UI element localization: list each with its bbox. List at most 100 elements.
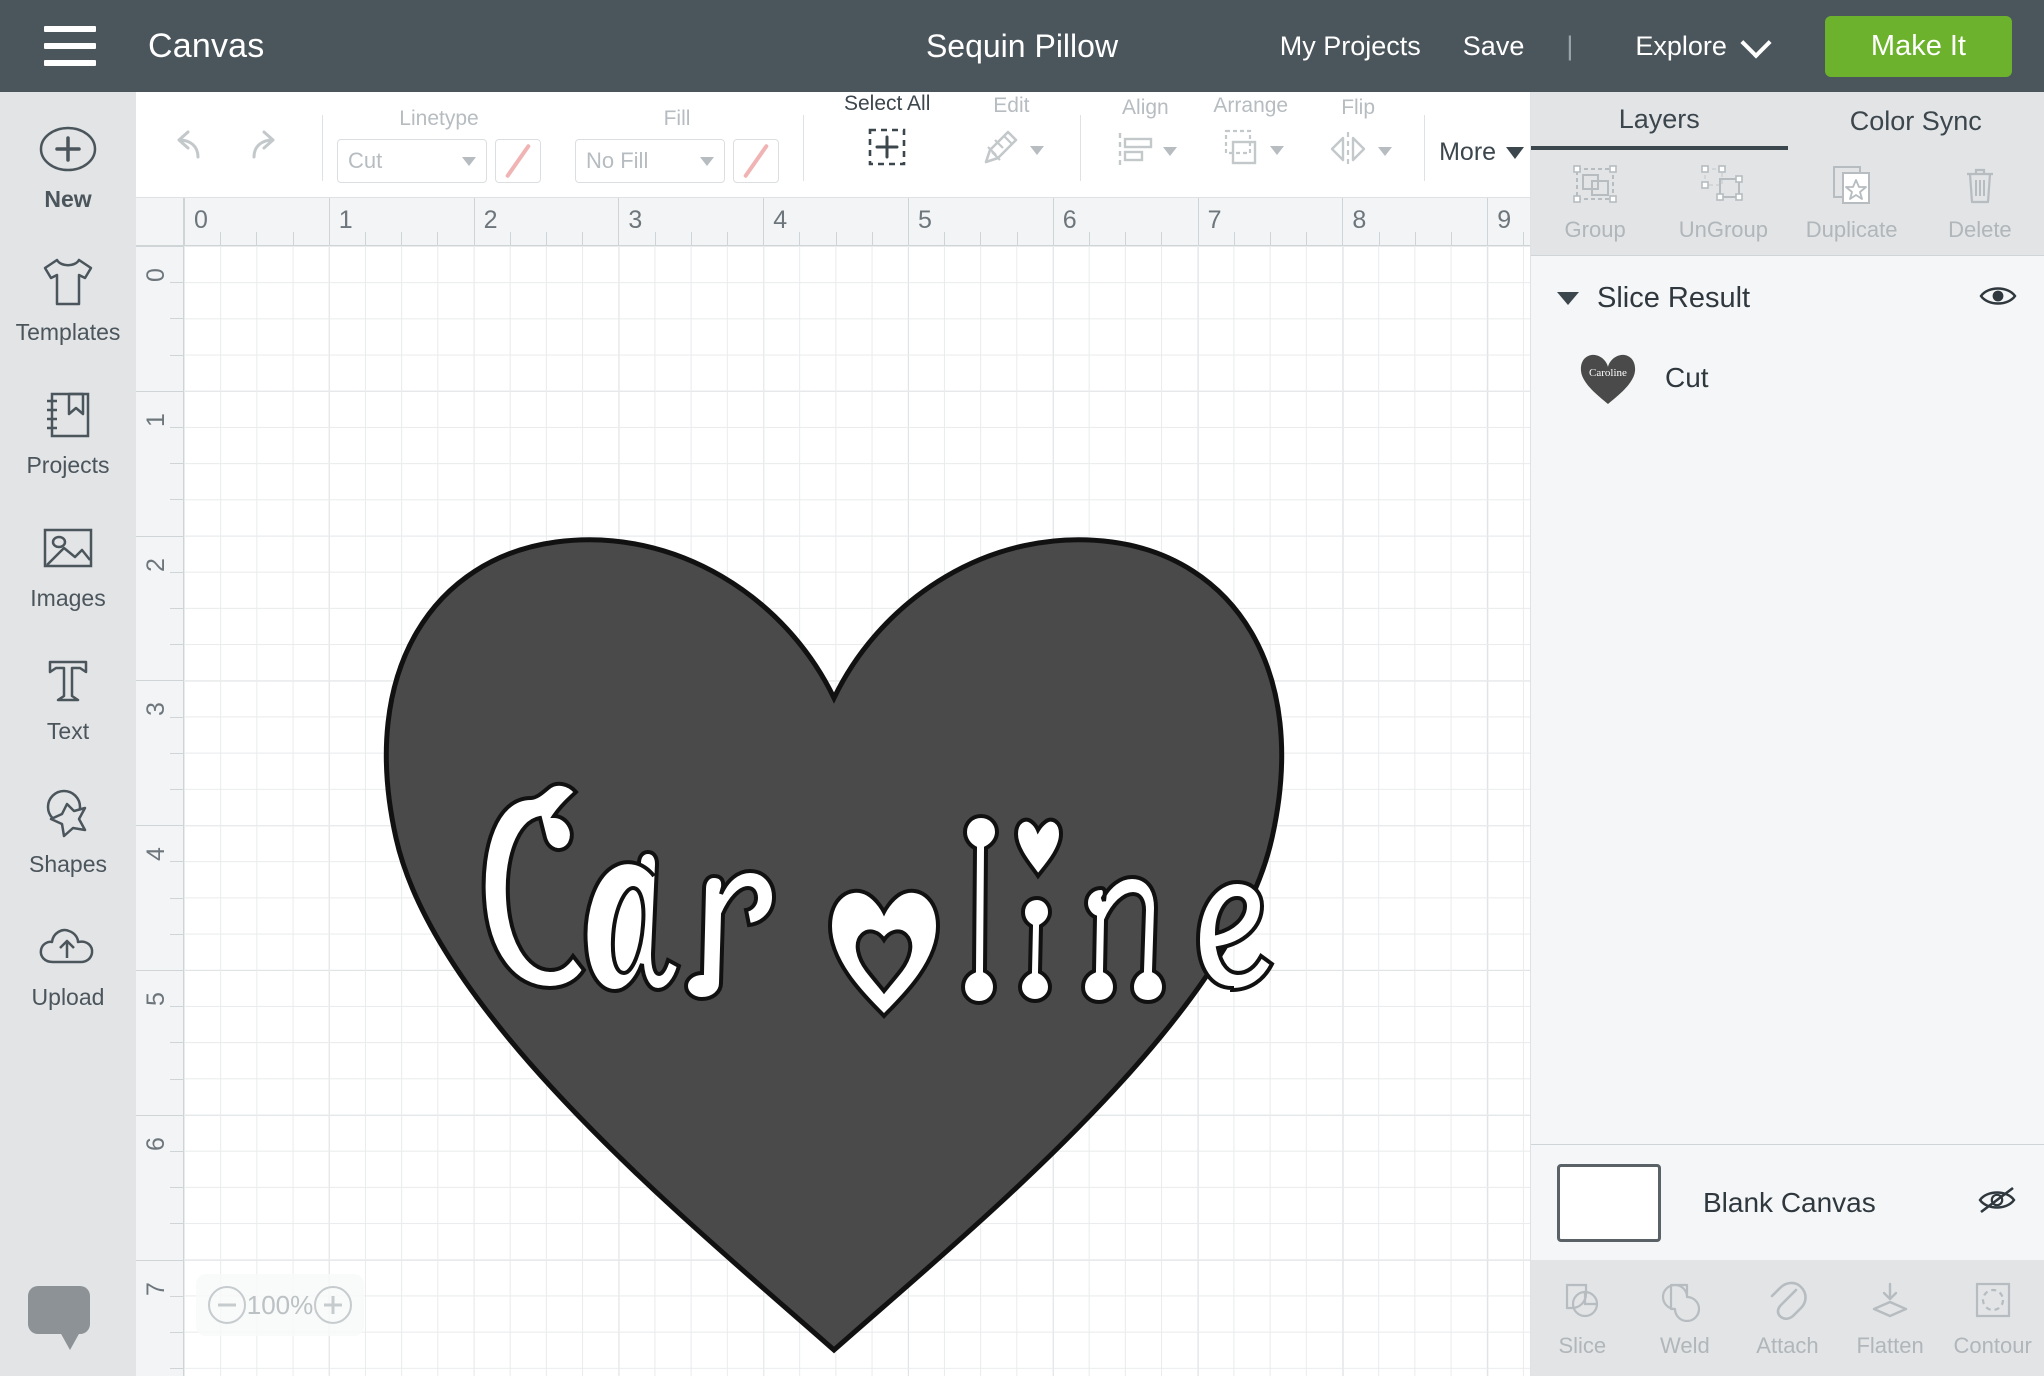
ruler-tick-minor <box>170 933 184 935</box>
redo-button[interactable] <box>226 91 308 197</box>
undo-icon <box>162 126 208 171</box>
ungroup-button[interactable]: UnGroup <box>1659 150 1787 255</box>
linetype-select[interactable]: Cut <box>337 139 487 183</box>
edit-toolbar: Linetype Cut Fill No Fill Select All Edi… <box>136 92 1530 198</box>
hamburger-icon[interactable] <box>44 26 96 66</box>
fill-label: Fill <box>663 107 691 130</box>
ruler-label: 2 <box>483 206 498 234</box>
ruler-tick-minor <box>170 1368 184 1370</box>
ruler-tick-minor <box>170 571 184 573</box>
chevron-down-icon <box>1740 27 1772 59</box>
group-label: Group <box>1564 217 1626 242</box>
list-item[interactable]: Caroline Cut <box>1531 330 2044 426</box>
ruler-tick-major <box>1052 198 1054 246</box>
picture-icon <box>38 517 98 579</box>
tab-color-sync[interactable]: Color Sync <box>1787 92 2044 150</box>
flatten-label: Flatten <box>1856 1332 1924 1358</box>
ruler-tick-major <box>908 198 909 246</box>
ruler-tick-minor <box>690 232 692 246</box>
tab-layers[interactable]: Layers <box>1531 92 1788 150</box>
undo-button[interactable] <box>136 91 226 197</box>
ruler-tick-minor <box>170 499 184 501</box>
ruler-tick-major <box>136 825 184 827</box>
ruler-tick-minor <box>170 463 184 465</box>
sidebar-item-shapes[interactable]: Shapes <box>0 783 136 878</box>
group-button[interactable]: Group <box>1531 150 1659 255</box>
flip-icon <box>1324 128 1372 175</box>
ruler-tick-major <box>328 198 330 246</box>
select-all-button[interactable]: Select All <box>818 91 956 197</box>
ruler-tick-major <box>136 1259 184 1261</box>
my-projects-link[interactable]: My Projects <box>1280 31 1421 62</box>
layer-group-header[interactable]: Slice Result <box>1531 266 2044 330</box>
contour-button[interactable]: Contour <box>1941 1278 2044 1359</box>
ruler-label: 6 <box>1062 206 1077 234</box>
fill-select[interactable]: No Fill <box>575 139 725 183</box>
zoom-out-button[interactable] <box>208 1286 246 1324</box>
ruler-tick-minor <box>170 1006 184 1008</box>
eye-hidden-icon[interactable] <box>1976 1185 2018 1220</box>
chat-bubble-icon[interactable] <box>28 1286 90 1350</box>
eye-visible-icon[interactable] <box>1978 282 2018 315</box>
ruler-tick-minor <box>170 1078 184 1080</box>
select-all-icon <box>864 124 910 175</box>
ruler-tick-minor <box>220 232 222 246</box>
linetype-label: Linetype <box>399 107 479 130</box>
sidebar-item-text[interactable]: Text <box>0 650 136 745</box>
machine-selector[interactable]: Explore <box>1635 27 1772 62</box>
chevron-down-icon[interactable] <box>1557 291 1579 305</box>
fill-control[interactable]: Fill No Fill <box>541 91 779 197</box>
flatten-button[interactable]: Flatten <box>1839 1278 1942 1359</box>
svg-text:Caroline: Caroline <box>1589 367 1627 379</box>
ruler-tick-minor <box>170 716 184 718</box>
ruler-tick-major <box>618 198 620 246</box>
align-menu-button[interactable]: Align <box>1095 91 1195 197</box>
ruler-tick-minor <box>170 354 184 356</box>
weld-icon <box>1661 1278 1709 1327</box>
select-all-label: Select All <box>844 92 931 115</box>
ruler-tick-minor <box>1125 232 1127 246</box>
fill-color-swatch[interactable] <box>733 139 779 183</box>
right-panel: Layers Color Sync Group UnGroup Duplicat… <box>1530 92 2044 1376</box>
ruler-tick-minor <box>437 232 439 246</box>
heart-caroline-thumb: Caroline <box>1577 350 1639 406</box>
attach-button[interactable]: Attach <box>1736 1278 1839 1359</box>
ruler-tick-minor <box>170 1223 184 1225</box>
machine-selector-label: Explore <box>1635 30 1727 61</box>
linetype-control[interactable]: Linetype Cut <box>337 91 541 197</box>
weld-button[interactable]: Weld <box>1634 1278 1737 1359</box>
edit-menu-button[interactable]: Edit <box>956 91 1066 197</box>
duplicate-button[interactable]: Duplicate <box>1788 150 1916 255</box>
sidebar-item-projects[interactable]: Projects <box>0 384 136 479</box>
make-it-button[interactable]: Make It <box>1824 15 2012 77</box>
sidebar-item-new[interactable]: New <box>0 118 136 213</box>
more-menu-button[interactable]: More <box>1439 138 1525 197</box>
ruler-tick-minor <box>1089 232 1090 246</box>
linetype-color-swatch[interactable] <box>495 139 541 183</box>
ruler-tick-minor <box>170 1332 184 1333</box>
chevron-down-icon <box>1269 146 1284 155</box>
save-button[interactable]: Save <box>1463 31 1525 62</box>
ruler-tick-major <box>763 198 765 246</box>
ruler-label: 8 <box>1352 206 1367 234</box>
sidebar-item-label: Projects <box>26 452 110 478</box>
zoom-in-button[interactable] <box>314 1286 352 1324</box>
ruler-tick-minor <box>170 427 184 428</box>
ruler-label: 3 <box>142 702 170 717</box>
canvas-layer-row[interactable]: Blank Canvas <box>1531 1144 2044 1260</box>
sidebar-item-upload[interactable]: Upload <box>0 916 136 1011</box>
sidebar-item-templates[interactable]: Templates <box>0 251 136 346</box>
ruler-tick-major <box>1487 198 1489 246</box>
arrange-menu-button[interactable]: Arrange <box>1195 91 1306 197</box>
slice-button[interactable]: Slice <box>1531 1278 1634 1359</box>
delete-button[interactable]: Delete <box>1916 150 2044 255</box>
sidebar-item-images[interactable]: Images <box>0 517 136 612</box>
slice-icon <box>1558 1278 1606 1327</box>
ruler-label: 5 <box>918 206 932 234</box>
arrange-layers-icon <box>1218 126 1264 175</box>
edit-label: Edit <box>993 94 1030 117</box>
design-canvas[interactable]: 0 1 2 3 4 5 6 7 8 9 0 1 2 3 4 5 6 7 100% <box>136 198 1530 1376</box>
blank-canvas-thumbnail <box>1557 1163 1661 1242</box>
flip-menu-button[interactable]: Flip <box>1306 91 1410 197</box>
notebook-bookmark-icon <box>39 384 97 446</box>
